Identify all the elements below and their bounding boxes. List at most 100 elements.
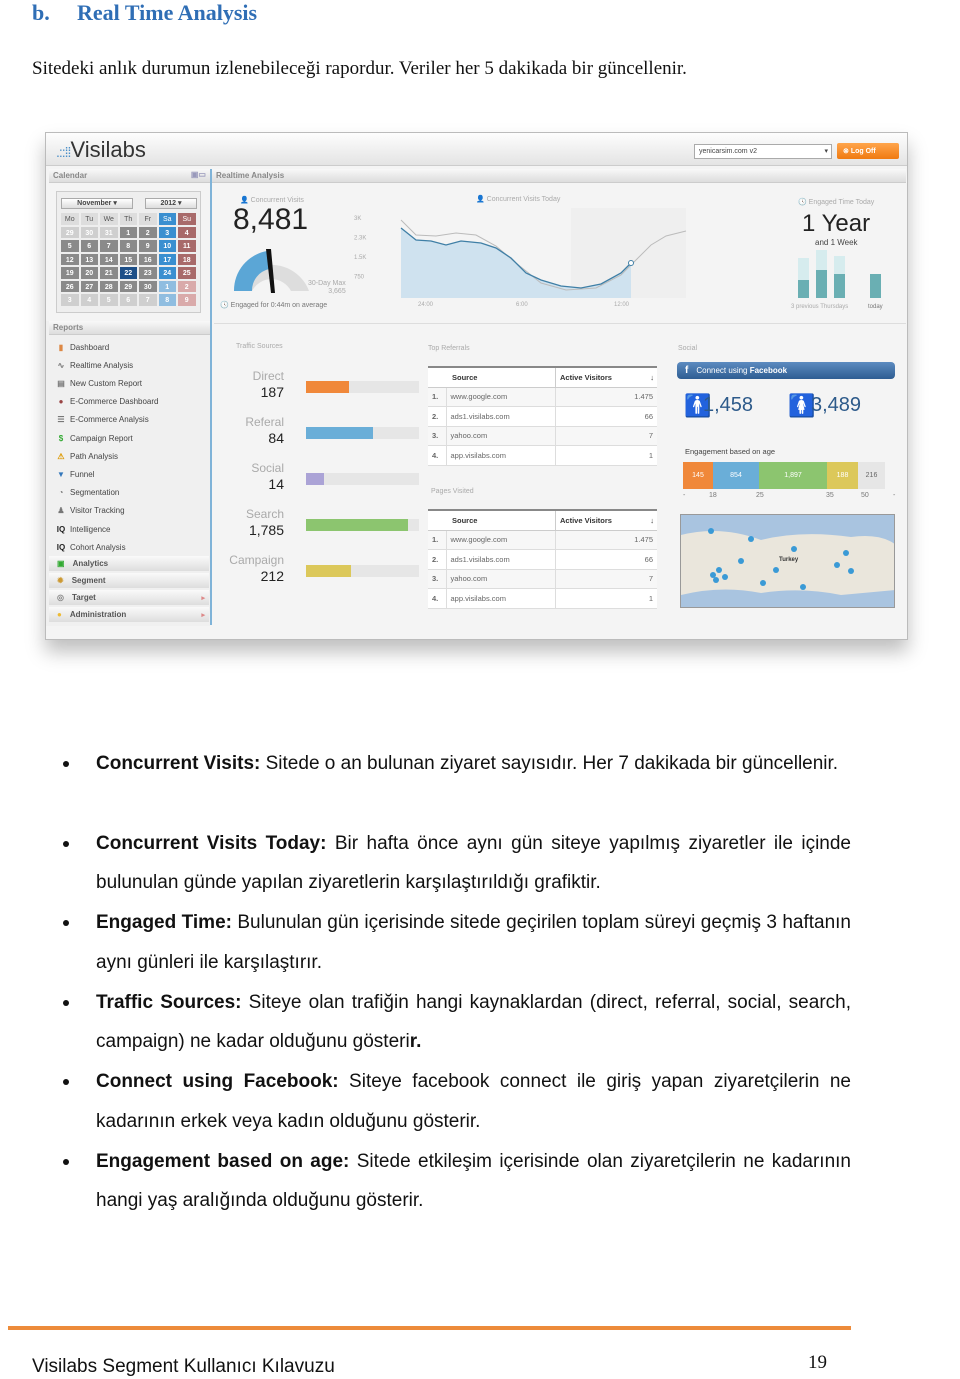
sidebar-item-intelligence[interactable]: IQ Intelligence — [56, 521, 111, 537]
visitor-location-dot[interactable] — [713, 577, 719, 583]
visitor-location-dot[interactable] — [708, 528, 714, 534]
sidebar-item-segmentation[interactable]: ◔ Segmentation — [56, 485, 120, 501]
visitor-location-dot[interactable] — [738, 558, 744, 564]
calendar-day[interactable]: 7 — [99, 239, 119, 253]
intro-paragraph: Sitedeki anlık durumun izlenebileceği ra… — [32, 58, 687, 79]
sidebar-item-realtime-analysis[interactable]: ∿ Realtime Analysis — [56, 357, 134, 373]
sidebar-group-administration[interactable]: ● Administration ▸ — [49, 607, 209, 622]
table-row[interactable]: 4. app.visilabs.com 1 — [428, 588, 657, 609]
visitor-location-dot[interactable] — [748, 536, 754, 542]
visitor-location-dot[interactable] — [791, 546, 797, 552]
calendar-day[interactable]: 2 — [138, 225, 158, 239]
calendar-day[interactable]: 5 — [60, 239, 80, 253]
calendar-day[interactable]: 16 — [138, 252, 158, 266]
visitor-location-dot[interactable] — [710, 572, 716, 578]
sidebar-item-path-analysis[interactable]: ⚠ Path Analysis — [56, 448, 118, 464]
sidebar-item-new-custom-report[interactable]: ▤ New Custom Report — [56, 375, 142, 391]
calendar-day[interactable]: 4 — [79, 293, 99, 307]
current-point — [628, 260, 634, 266]
log-off-button[interactable]: ⊗ Log Off — [837, 143, 899, 159]
calendar-day[interactable]: 5 — [99, 293, 119, 307]
visitor-location-dot[interactable] — [843, 550, 849, 556]
table-row[interactable]: 1. www.google.com 1.475 — [428, 387, 657, 407]
source-header[interactable]: Source — [446, 366, 556, 388]
calendar-day[interactable]: 30 — [138, 279, 158, 293]
visitor-location-dot[interactable] — [773, 567, 779, 573]
calendar-day[interactable]: 31 — [99, 225, 119, 239]
calendar-day[interactable]: 6 — [79, 239, 99, 253]
sidebar-item-dashboard[interactable]: ▮ Dashboard — [56, 339, 109, 355]
calendar-day[interactable]: 25 — [177, 266, 197, 280]
calendar-day[interactable]: 30 — [79, 225, 99, 239]
calendar-day[interactable]: 18 — [177, 252, 197, 266]
calendar-day[interactable]: 8 — [118, 239, 138, 253]
calendar-day[interactable]: 2 — [177, 279, 197, 293]
sidebar-item-e-commerce-analysis[interactable]: ☰ E-Commerce Analysis — [56, 412, 148, 428]
table-row[interactable]: 3. yahoo.com 7 — [428, 569, 657, 589]
visitor-location-dot[interactable] — [834, 562, 840, 568]
calendar-day[interactable]: 4 — [177, 225, 197, 239]
visitor-location-dot[interactable] — [722, 574, 728, 580]
connect-facebook-button[interactable]: f Connect using Facebook — [677, 362, 895, 379]
turkey-map[interactable]: Turkey — [680, 514, 895, 608]
table-row[interactable]: 1. www.google.com 1.475 — [428, 530, 657, 550]
calendar-day[interactable]: 1 — [118, 225, 138, 239]
table-row[interactable]: 2. ads1.visilabs.com 66 — [428, 549, 657, 570]
calendar-day[interactable]: 28 — [99, 279, 119, 293]
calendar-day[interactable]: 9 — [177, 293, 197, 307]
calendar-day[interactable]: 6 — [118, 293, 138, 307]
x-tick-label: 6:00 — [516, 302, 528, 308]
calendar-day[interactable]: 20 — [79, 266, 99, 280]
calendar-day[interactable]: 3 — [157, 225, 177, 239]
visitor-location-dot[interactable] — [848, 568, 854, 574]
table-row[interactable]: 2. ads1.visilabs.com 66 — [428, 406, 657, 427]
calendar-day[interactable]: 29 — [118, 279, 138, 293]
calendar-day[interactable]: 23 — [138, 266, 158, 280]
calendar-day[interactable]: 17 — [157, 252, 177, 266]
window-icons[interactable]: ▣▭ — [191, 170, 206, 179]
calendar-day[interactable]: 13 — [79, 252, 99, 266]
sidebar-item-e-commerce-dashboard[interactable]: ● E-Commerce Dashboard — [56, 394, 159, 410]
calendar-day[interactable]: 29 — [60, 225, 80, 239]
month-select[interactable]: November ▾ — [61, 198, 133, 209]
sidebar-group-segment[interactable]: ✹ Segment — [49, 573, 209, 588]
sidebar-item-visitor-tracking[interactable]: ♟ Visitor Tracking — [56, 503, 124, 519]
site-select[interactable]: yenicarsim.com v2 — [694, 144, 832, 159]
calendar-day[interactable]: 14 — [99, 252, 119, 266]
sidebar-item-campaign-report[interactable]: $ Campaign Report — [56, 430, 133, 446]
calendar-day[interactable]: 22 — [118, 266, 138, 280]
calendar-day[interactable]: 15 — [118, 252, 138, 266]
calendar-day[interactable]: 12 — [60, 252, 80, 266]
visitor-location-dot[interactable] — [800, 584, 806, 590]
sidebar-group-target[interactable]: ◎ Target ▸ — [49, 590, 209, 605]
sidebar-item-funnel[interactable]: ▼ Funnel — [56, 466, 94, 482]
administration-icon: ● — [57, 610, 62, 619]
calendar-day[interactable]: 21 — [99, 266, 119, 280]
female-count: 3,489 — [811, 394, 862, 416]
age-tick-label: 25 — [756, 492, 764, 499]
active-visitors-header[interactable]: Active Visitors ↓ — [554, 366, 657, 388]
active-visitors-header[interactable]: Active Visitors ↓ — [554, 509, 657, 531]
weekday-header: Fr — [138, 212, 158, 226]
year-select[interactable]: 2012 ▾ — [145, 198, 197, 209]
iq-icon: IQ — [56, 524, 66, 534]
calendar-day[interactable]: 8 — [157, 293, 177, 307]
sidebar-item-cohort-analysis[interactable]: IQ Cohort Analysis — [56, 539, 126, 555]
traffic-source-value: 84 — [268, 430, 284, 446]
table-row[interactable]: 4. app.visilabs.com 1 — [428, 445, 657, 466]
calendar-day[interactable]: 19 — [60, 266, 80, 280]
calendar-day[interactable]: 11 — [177, 239, 197, 253]
source-header[interactable]: Source — [446, 509, 556, 531]
calendar-day[interactable]: 27 — [79, 279, 99, 293]
calendar-day[interactable]: 24 — [157, 266, 177, 280]
visitor-location-dot[interactable] — [716, 567, 722, 573]
table-row[interactable]: 3. yahoo.com 7 — [428, 426, 657, 446]
calendar-day[interactable]: 26 — [60, 279, 80, 293]
calendar-day[interactable]: 1 — [157, 279, 177, 293]
calendar-day[interactable]: 3 — [60, 293, 80, 307]
calendar-day[interactable]: 7 — [138, 293, 158, 307]
calendar-day[interactable]: 9 — [138, 239, 158, 253]
sidebar-group-analytics[interactable]: ▣ Analytics — [49, 556, 209, 571]
calendar-day[interactable]: 10 — [157, 239, 177, 253]
visitor-location-dot[interactable] — [760, 580, 766, 586]
